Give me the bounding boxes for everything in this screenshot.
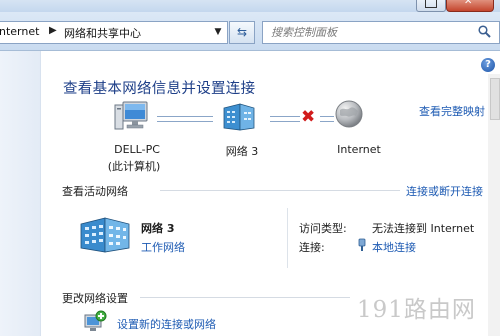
access-type-value: 无法连接到 Internet (372, 222, 475, 235)
network-type-link[interactable]: 工作网络 (141, 239, 185, 255)
computer-subtitle: (此计算机) (107, 160, 161, 173)
internet-globe-icon[interactable] (334, 99, 364, 129)
watermark-number: 191 (357, 297, 404, 323)
search-box[interactable] (262, 21, 500, 44)
see-full-map-link[interactable]: 查看完整映射 (419, 103, 485, 119)
address-dropdown-icon[interactable]: ▼ (211, 24, 225, 41)
breadcrumb-internet[interactable]: nternet (0, 25, 39, 38)
connect-or-disconnect-link[interactable]: 连接或断开连接 (406, 183, 483, 199)
active-network-name: 网络 3 (141, 222, 175, 235)
connections-label: 连接: (299, 241, 325, 254)
watermark: 191路由网 (357, 290, 476, 324)
close-icon: ✕ (464, 0, 473, 7)
connection-line-network-internet-a (270, 116, 300, 122)
section-divider (160, 190, 400, 191)
close-button[interactable]: ✕ (446, 0, 494, 12)
watermark-text: 路由网 (403, 297, 476, 323)
page-title: 查看基本网络信息并设置连接 (63, 81, 256, 97)
connection-line-pc-network (157, 116, 213, 122)
network-node-name: 网络 3 (225, 145, 259, 158)
setup-new-connection-link[interactable]: 设置新的连接或网络 (117, 316, 216, 332)
work-network-icon[interactable] (79, 214, 133, 254)
network-icon[interactable] (220, 100, 268, 134)
disconnected-x-icon[interactable]: ✖ (301, 109, 315, 126)
refresh-button[interactable]: ⇆ (229, 21, 255, 44)
connection-line-network-internet-b (320, 116, 334, 122)
navigation-pane (0, 51, 41, 336)
breadcrumb-separator-icon[interactable]: ▶ (49, 25, 57, 36)
access-type-label: 访问类型: (299, 222, 347, 235)
details-divider (287, 208, 288, 268)
help-icon[interactable]: ? (481, 58, 495, 72)
change-settings-heading: 更改网络设置 (62, 292, 128, 305)
maximize-icon (425, 0, 437, 8)
maximize-button[interactable] (416, 0, 446, 12)
setup-connection-icon[interactable] (82, 309, 108, 335)
scrollbar-thumb[interactable] (490, 78, 500, 120)
breadcrumb-network-sharing-center[interactable]: 网络和共享中心 (64, 25, 141, 41)
computer-name: DELL-PC (114, 143, 160, 156)
address-bar[interactable]: nternet ▶ 网络和共享中心 ▼ (0, 21, 228, 44)
search-input[interactable] (263, 22, 471, 43)
search-icon[interactable] (478, 25, 491, 38)
internet-node-name: Internet (337, 143, 381, 156)
section-divider (140, 297, 350, 298)
local-connection-link[interactable]: 本地连接 (372, 239, 416, 255)
active-networks-heading: 查看活动网络 (62, 185, 128, 198)
ethernet-plug-icon (358, 238, 366, 251)
computer-icon[interactable] (114, 99, 148, 133)
address-toolbar: nternet ▶ 网络和共享中心 ▼ ⇆ (0, 12, 500, 51)
